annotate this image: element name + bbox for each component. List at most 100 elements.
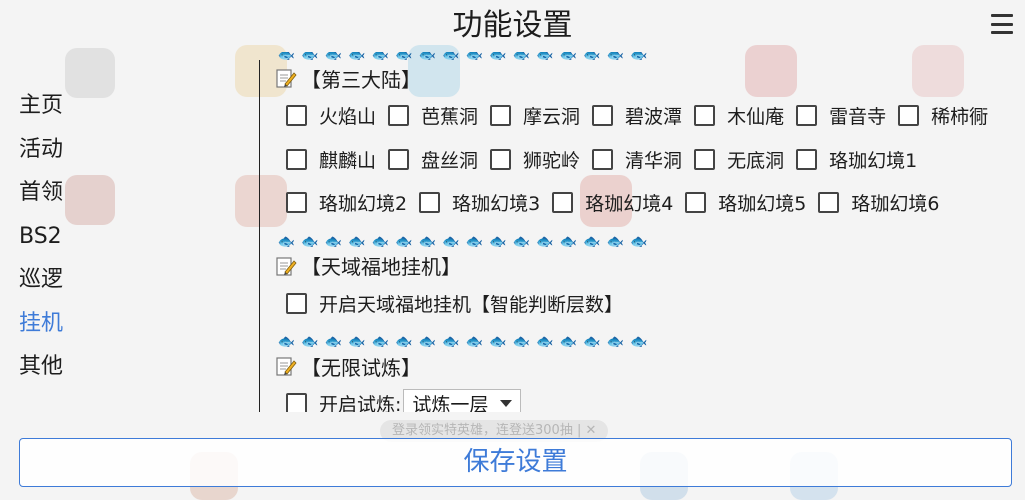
checkbox[interactable] (552, 192, 574, 214)
fish-icon: 🐟 (395, 233, 413, 250)
checkbox[interactable] (286, 148, 307, 170)
checkbox[interactable] (286, 192, 307, 214)
fish-icon: 🐟 (442, 233, 460, 250)
fish-icon: 🐟 (371, 334, 389, 350)
checkbox[interactable] (796, 105, 818, 127)
fish-icon: 🐟 (606, 334, 624, 350)
checkbox[interactable] (419, 192, 441, 214)
hamburger-menu-icon[interactable] (991, 14, 1013, 34)
checkbox-label: 珞珈幻境5 (718, 193, 807, 216)
checkbox-option[interactable]: 珞珈幻境6 (818, 189, 939, 216)
pencil-memo-icon (275, 67, 297, 89)
checkbox-option[interactable]: 稀柿衕 (898, 102, 988, 129)
section-title-text: 【无限试炼】 (301, 355, 421, 380)
sidebar-item[interactable]: 活动 (0, 128, 120, 172)
pencil-memo-icon (275, 255, 297, 277)
fish-icon: 🐟 (536, 52, 554, 63)
checkbox-label: 稀柿衕 (931, 106, 989, 129)
checkbox-option[interactable]: 开启天域福地挂机【智能判断层数】 (286, 290, 623, 317)
section-title-text: 【第三大陆】 (301, 67, 421, 92)
sidebar-item[interactable]: 首领 (0, 171, 120, 215)
trial-level-select[interactable]: 试炼一层 (403, 388, 522, 412)
checkbox-option[interactable]: 珞珈幻境4 (552, 189, 673, 216)
checkbox[interactable] (694, 148, 716, 170)
checkbox[interactable] (388, 148, 410, 170)
fish-icon: 🐟 (583, 334, 601, 350)
checkbox[interactable] (490, 105, 512, 127)
fish-icon: 🐟 (418, 334, 436, 350)
fish-icon: 🐟 (559, 52, 577, 63)
fish-divider: 🐟 🐟 🐟 🐟 🐟 🐟 🐟 🐟 🐟 🐟 🐟 🐟 🐟 🐟 🐟 🐟 (275, 52, 1015, 63)
checkbox-label: 珞珈幻境3 (452, 193, 541, 216)
sidebar-divider (259, 60, 260, 412)
checkbox[interactable] (818, 192, 840, 214)
fish-icon: 🐟 (465, 233, 483, 250)
checkbox[interactable] (898, 105, 920, 127)
checkbox-option[interactable]: 清华洞 (592, 146, 682, 173)
fish-icon: 🐟 (301, 52, 319, 63)
checkbox-label: 盘丝洞 (421, 149, 479, 172)
checkbox-label: 麒麟山 (319, 149, 377, 172)
checkbox-label: 珞珈幻境1 (829, 149, 918, 172)
checkbox-option[interactable]: 珞珈幻境3 (419, 189, 540, 216)
checkbox-label: 开启试炼: (319, 394, 402, 412)
checkbox-option[interactable]: 珞珈幻境1 (796, 146, 917, 173)
checkbox-label: 摩云洞 (523, 106, 581, 129)
pencil-memo-icon (275, 355, 297, 377)
checkbox-row: 开启天域福地挂机【智能判断层数】 (275, 282, 1015, 326)
save-settings-button[interactable]: 保存设置 (19, 438, 1012, 487)
checkbox-option[interactable]: 盘丝洞 (388, 146, 478, 173)
sidebar-nav: 主页 活动 首领 BS2 巡逻 挂机 其他 (0, 84, 120, 389)
checkbox[interactable] (286, 105, 307, 127)
sidebar-item[interactable]: 主页 (0, 84, 120, 128)
checkbox-option[interactable]: 珞珈幻境5 (685, 189, 806, 216)
checkbox[interactable] (685, 192, 707, 214)
fish-icon: 🐟 (301, 334, 319, 350)
checkbox[interactable] (592, 105, 614, 127)
fish-icon: 🐟 (442, 334, 460, 350)
fish-icon: 🐟 (324, 52, 342, 63)
checkbox-option[interactable]: 狮驼岭 (490, 146, 580, 173)
fish-icon: 🐟 (277, 52, 295, 63)
fish-icon: 🐟 (512, 52, 530, 63)
checkbox-label: 清华洞 (625, 149, 683, 172)
fish-icon: 🐟 (559, 334, 577, 350)
checkbox[interactable] (592, 148, 614, 170)
select-value: 试炼一层 (412, 394, 489, 412)
checkbox-option[interactable]: 木仙庵 (694, 102, 784, 129)
checkbox-option[interactable]: 开启试炼: (286, 390, 401, 412)
fish-icon: 🐟 (630, 334, 648, 350)
checkbox-option[interactable]: 无底洞 (694, 146, 784, 173)
fish-icon: 🐟 (465, 52, 483, 63)
fish-icon: 🐟 (418, 52, 436, 63)
fish-icon: 🐟 (324, 233, 342, 250)
checkbox-option[interactable]: 芭蕉洞 (388, 102, 478, 129)
sidebar-item[interactable]: 其他 (0, 345, 120, 389)
checkbox[interactable] (286, 292, 307, 314)
checkbox[interactable] (490, 148, 512, 170)
fish-icon: 🐟 (630, 52, 648, 63)
settings-content[interactable]: 🐟 🐟 🐟 🐟 🐟 🐟 🐟 🐟 🐟 🐟 🐟 🐟 🐟 🐟 🐟 🐟 【第三大陆】火焰山 芭蕉洞 摩云洞 碧波潭 木仙庵 雷音寺… (275, 52, 1015, 412)
checkbox-label: 开启天域福地挂机【智能判断层数】 (319, 293, 624, 316)
checkbox[interactable] (796, 148, 818, 170)
checkbox-option[interactable]: 火焰山 (286, 102, 376, 129)
checkbox-option[interactable]: 珞珈幻境2 (286, 189, 407, 216)
checkbox-option[interactable]: 碧波潭 (592, 102, 682, 129)
checkbox-label: 无底洞 (727, 149, 785, 172)
sidebar-item[interactable]: 挂机 (0, 302, 120, 346)
sidebar-item[interactable]: BS2 (0, 215, 120, 259)
fish-icon: 🐟 (583, 52, 601, 63)
fish-divider: 🐟 🐟 🐟 🐟 🐟 🐟 🐟 🐟 🐟 🐟 🐟 🐟 🐟 🐟 🐟 🐟 (275, 234, 1015, 250)
checkbox-option[interactable]: 雷音寺 (796, 102, 886, 129)
checkbox-label: 狮驼岭 (523, 149, 581, 172)
sidebar-item[interactable]: 巡逻 (0, 258, 120, 302)
checkbox[interactable] (694, 105, 716, 127)
checkbox-option[interactable]: 麒麟山 (286, 146, 376, 173)
checkbox-option[interactable]: 摩云洞 (490, 102, 580, 129)
fish-icon: 🐟 (559, 233, 577, 250)
checkbox-row: 开启试炼: 试炼一层 (275, 382, 1015, 412)
fish-icon: 🐟 (301, 233, 319, 250)
checkbox[interactable] (286, 393, 307, 412)
fish-icon: 🐟 (277, 334, 295, 350)
checkbox[interactable] (388, 105, 410, 127)
